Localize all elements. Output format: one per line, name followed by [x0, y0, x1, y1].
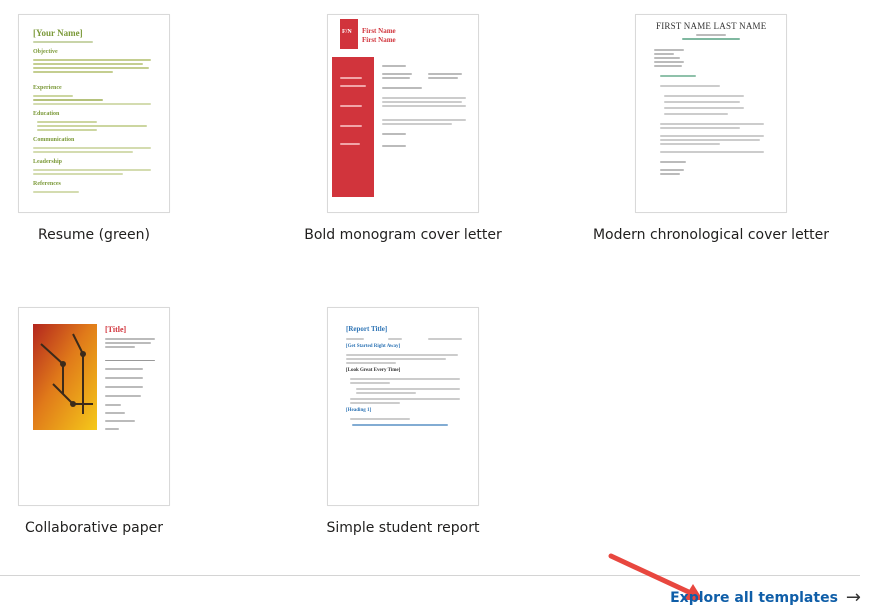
template-label: Bold monogram cover letter	[304, 227, 502, 243]
template-thumbnail[interactable]: [Report Title] [Get Started Right Away] …	[327, 307, 479, 506]
preview-section: Objective	[33, 49, 58, 55]
arrow-right-icon: →	[845, 587, 861, 608]
preview-section: Education	[33, 111, 60, 117]
template-thumbnail[interactable]: [Title]	[18, 307, 170, 506]
template-thumbnail[interactable]: F/N First Name First Name	[327, 14, 479, 213]
monogram-sidebar	[332, 57, 374, 197]
preview-section: References	[33, 181, 61, 187]
preview-section: Leadership	[33, 159, 63, 165]
template-resume-green[interactable]: [Your Name] Objective Experience Educati…	[18, 14, 170, 243]
template-label: Collaborative paper	[25, 520, 163, 536]
template-label: Modern chronological cover letter	[592, 227, 830, 243]
preview-title: [Report Title]	[346, 325, 388, 333]
template-bold-monogram-cover-letter[interactable]: F/N First Name First Name Bold monogram …	[304, 14, 502, 243]
template-label: Simple student report	[326, 520, 480, 536]
template-modern-chronological-cover-letter[interactable]: FIRST NAME LAST NAME Modern chronologica…	[593, 14, 829, 243]
monogram-block: F/N	[340, 19, 358, 49]
template-thumbnail[interactable]: [Your Name] Objective Experience Educati…	[18, 14, 170, 213]
preview-name: [Your Name]	[33, 28, 83, 38]
explore-all-templates-link[interactable]: Explore all templates →	[670, 587, 861, 608]
template-thumbnail[interactable]: FIRST NAME LAST NAME	[635, 14, 787, 213]
template-collaborative-paper[interactable]: [Title] Collaborative paper	[18, 307, 170, 536]
template-label: Resume (green)	[38, 227, 150, 243]
circuit-image	[33, 324, 97, 430]
preview-section: Communication	[33, 137, 75, 143]
preview-title: [Title]	[105, 325, 127, 334]
explore-label: Explore all templates	[670, 590, 838, 606]
preview-heading: FIRST NAME LAST NAME	[656, 21, 767, 31]
footer-divider	[0, 575, 860, 576]
template-simple-student-report[interactable]: [Report Title] [Get Started Right Away] …	[326, 307, 480, 536]
preview-section: Experience	[33, 85, 62, 91]
